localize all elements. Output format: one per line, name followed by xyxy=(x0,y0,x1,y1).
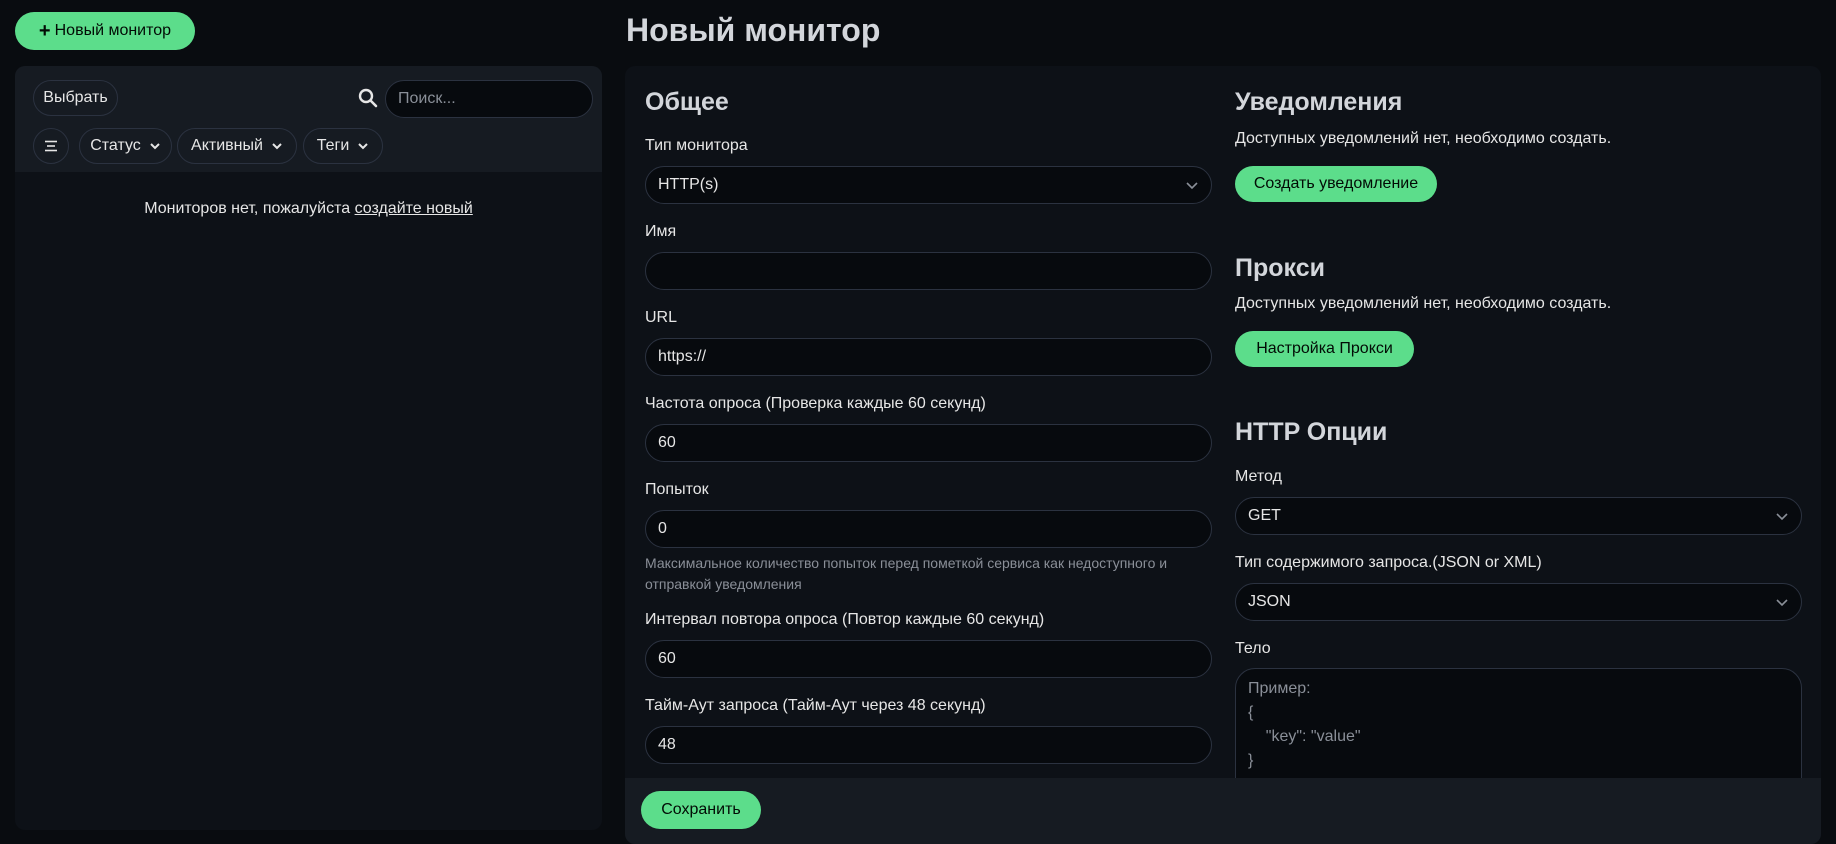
notifications-section-title: Уведомления xyxy=(1235,88,1403,116)
retries-input[interactable]: 0 xyxy=(645,510,1212,548)
interval-input[interactable]: 60 xyxy=(645,424,1212,462)
save-bar: Сохранить xyxy=(625,778,1821,844)
content-type-select[interactable]: JSON xyxy=(1235,583,1802,621)
search-input[interactable] xyxy=(385,80,593,118)
filter-list-icon xyxy=(45,140,57,152)
monitor-type-select[interactable]: HTTP(s) xyxy=(645,166,1212,204)
new-monitor-button[interactable]: + Новый монитор xyxy=(15,12,195,50)
method-value: GET xyxy=(1248,507,1281,524)
chevron-down-icon xyxy=(1776,599,1788,607)
create-notification-button[interactable]: Создать уведомление xyxy=(1235,166,1437,202)
timeout-value: 48 xyxy=(658,736,676,753)
chevron-down-icon xyxy=(1186,182,1198,190)
general-section-title: Общее xyxy=(645,88,729,116)
content-type-value: JSON xyxy=(1248,593,1291,610)
proxy-empty-text: Доступных уведомлений нет, необходимо со… xyxy=(1235,295,1612,312)
monitor-list-panel: Выбрать Статус Активный Теги Мониторов н xyxy=(15,66,602,830)
empty-monitor-message: Мониторов нет, пожалуйста создайте новый xyxy=(15,200,602,218)
chevron-down-icon xyxy=(1776,513,1788,521)
retries-value: 0 xyxy=(658,520,667,537)
chevron-down-icon xyxy=(150,143,160,150)
page-title: Новый монитор xyxy=(626,12,881,48)
retries-hint-line-1: Максимальное количество попыток перед по… xyxy=(645,555,1168,571)
name-input[interactable] xyxy=(645,252,1212,290)
chevron-down-icon xyxy=(272,143,282,150)
timeout-label: Тайм-Аут запроса (Тайм-Аут через 48 секу… xyxy=(645,697,986,714)
method-label: Метод xyxy=(1235,468,1282,485)
empty-text: Мониторов нет, пожалуйста xyxy=(144,200,355,217)
status-filter-dropdown[interactable]: Статус xyxy=(79,128,172,164)
proxy-settings-button[interactable]: Настройка Прокси xyxy=(1235,331,1414,367)
body-label: Тело xyxy=(1235,640,1271,657)
method-select[interactable]: GET xyxy=(1235,497,1802,535)
select-button[interactable]: Выбрать xyxy=(33,80,118,116)
interval-label: Частота опроса (Проверка каждые 60 секун… xyxy=(645,395,986,412)
save-button[interactable]: Сохранить xyxy=(641,791,761,829)
monitor-form-panel: Общее Тип монитора HTTP(s) Имя URL https… xyxy=(625,66,1821,844)
timeout-input[interactable]: 48 xyxy=(645,726,1212,764)
proxy-section-title: Прокси xyxy=(1235,254,1325,282)
monitor-type-value: HTTP(s) xyxy=(658,176,719,193)
url-label: URL xyxy=(645,309,678,326)
filter-menu-button[interactable] xyxy=(33,128,69,164)
tags-filter-label: Теги xyxy=(316,137,350,154)
monitor-type-label: Тип монитора xyxy=(645,137,748,154)
active-filter-dropdown[interactable]: Активный xyxy=(177,128,297,164)
retry-interval-input[interactable]: 60 xyxy=(645,640,1212,678)
retries-label: Попыток xyxy=(645,481,709,498)
search-icon xyxy=(358,88,378,108)
status-filter-label: Статус xyxy=(90,137,141,154)
content-type-label: Тип содержимого запроса.(JSON or XML) xyxy=(1235,554,1542,571)
url-value: https:// xyxy=(658,348,707,365)
create-new-link[interactable]: создайте новый xyxy=(355,200,473,217)
monitor-list-header: Выбрать Статус Активный Теги xyxy=(15,66,602,172)
chevron-down-icon xyxy=(358,143,368,150)
tags-filter-dropdown[interactable]: Теги xyxy=(303,128,383,164)
new-monitor-label: Новый монитор xyxy=(54,22,172,39)
retries-hint-line-2: отправкой уведомления xyxy=(645,576,802,592)
retry-interval-value: 60 xyxy=(658,650,676,667)
plus-icon: + xyxy=(38,20,51,42)
url-input[interactable]: https:// xyxy=(645,338,1212,376)
active-filter-label: Активный xyxy=(191,137,263,154)
http-options-section-title: HTTP Опции xyxy=(1235,418,1388,446)
name-label: Имя xyxy=(645,223,677,240)
retry-interval-label: Интервал повтора опроса (Повтор каждые 6… xyxy=(645,611,1045,628)
notifications-empty-text: Доступных уведомлений нет, необходимо со… xyxy=(1235,130,1612,147)
interval-value: 60 xyxy=(658,434,676,451)
